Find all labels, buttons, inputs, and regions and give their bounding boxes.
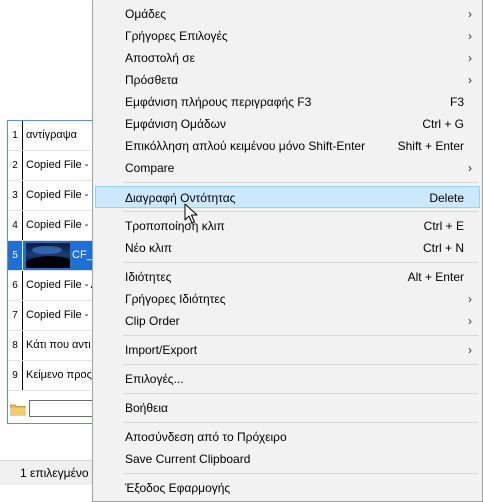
clip-row-2[interactable]: 2 Copied File - C <box>8 151 103 181</box>
menu-separator <box>123 262 478 263</box>
menu-label: Εμφάνιση Ομάδων <box>125 117 226 131</box>
clip-number: 1 <box>8 121 23 150</box>
menu-item-clip-order[interactable]: Clip Order › <box>95 310 480 332</box>
menu-item-delete-entry[interactable]: Διαγραφή Οντότητας Delete <box>95 186 480 208</box>
status-text: 1 επιλεγμένο <box>20 466 89 480</box>
menu-item-new-clip[interactable]: Νέο κλιπ Ctrl + N <box>95 237 480 259</box>
menu-shortcut: Ctrl + N <box>422 241 464 255</box>
menu-item-options[interactable]: Επιλογές... <box>95 368 480 390</box>
menu-item-import-export[interactable]: Import/Export › <box>95 339 480 361</box>
submenu-arrow-icon: › <box>468 7 472 21</box>
menu-label: Import/Export <box>125 343 198 357</box>
menu-item-properties[interactable]: Ιδιότητες Alt + Enter <box>95 266 480 288</box>
menu-label: Επιλογές... <box>125 372 184 386</box>
menu-label: Διαγραφή Οντότητας <box>125 191 236 205</box>
menu-item-exit[interactable]: Έξοδος Εφαρμογής <box>95 477 480 499</box>
menu-shortcut: Ctrl + G <box>422 117 464 131</box>
clip-text: CF_ <box>72 249 93 261</box>
clip-row-9[interactable]: 9 Κείμενο προς <box>8 361 103 391</box>
clip-row-5-selected[interactable]: 5 CF_ <box>8 241 103 271</box>
menu-label: Αποστολή σε <box>125 51 195 65</box>
menu-label: Εμφάνιση πλήρους περιγραφής F3 <box>125 95 312 109</box>
menu-item-edit-clip[interactable]: Τροποποίηση κλιπ Ctrl + E <box>95 215 480 237</box>
clip-row-7[interactable]: 7 Copied File - C <box>8 301 103 331</box>
clip-text: Copied File - C <box>26 189 100 201</box>
menu-label: Ομάδες <box>125 7 166 21</box>
clip-number: 6 <box>8 271 23 300</box>
clip-text: Copied File - C <box>26 219 100 231</box>
mouse-pointer-icon <box>184 203 198 224</box>
menu-item-disconnect-clipboard[interactable]: Αποσύνδεση από το Πρόχειρο <box>95 426 480 448</box>
clip-number: 5 <box>8 241 23 270</box>
menu-label: Πρόσθετα <box>125 73 179 87</box>
menu-shortcut: Ctrl + E <box>423 219 464 233</box>
clip-text: Copied File - C <box>26 159 100 171</box>
menu-separator <box>123 211 478 212</box>
clip-list[interactable]: 1 αντίγραψα 2 Copied File - C 3 Copied F… <box>7 120 104 424</box>
submenu-arrow-icon: › <box>468 161 472 175</box>
menu-label: Ιδιότητες <box>125 270 172 284</box>
context-menu: Ομάδες › Γρήγορες Επιλογές › Αποστολή σε… <box>92 0 483 502</box>
menu-label: Clip Order <box>125 314 180 328</box>
clip-number: 7 <box>8 301 23 330</box>
submenu-arrow-icon: › <box>468 292 472 306</box>
menu-item-quick-options[interactable]: Γρήγορες Επιλογές › <box>95 25 480 47</box>
folder-icon[interactable] <box>10 403 26 416</box>
search-row <box>7 398 102 422</box>
menu-shortcut: Alt + Enter <box>407 270 464 284</box>
menu-separator <box>123 335 478 336</box>
menu-label: Τροποποίηση κλιπ <box>125 219 225 233</box>
menu-label: Γρήγορες Επιλογές <box>125 29 228 43</box>
menu-label: Αποσύνδεση από το Πρόχειρο <box>125 430 287 444</box>
menu-item-show-groups[interactable]: Εμφάνιση Ομάδων Ctrl + G <box>95 113 480 135</box>
clip-text: Κάτι που αντι <box>26 339 91 351</box>
clip-row-8[interactable]: 8 Κάτι που αντι <box>8 331 103 361</box>
menu-item-send-to[interactable]: Αποστολή σε › <box>95 47 480 69</box>
menu-item-addins[interactable]: Πρόσθετα › <box>95 69 480 91</box>
menu-item-paste-plain-text[interactable]: Επικόλληση απλού κειμένου μόνο Shift-Ent… <box>95 135 480 157</box>
menu-label: Βοήθεια <box>125 401 168 415</box>
menu-item-save-current-clipboard[interactable]: Save Current Clipboard <box>95 448 480 470</box>
clip-text: Copied File - A <box>26 279 99 291</box>
clip-number: 8 <box>8 331 23 360</box>
menu-shortcut: F3 <box>449 95 464 109</box>
image-thumbnail <box>26 243 70 268</box>
clip-row-1[interactable]: 1 αντίγραψα <box>8 121 103 151</box>
clip-row-3[interactable]: 3 Copied File - C <box>8 181 103 211</box>
menu-item-help[interactable]: Βοήθεια <box>95 397 480 419</box>
clip-text: Copied File - C <box>26 309 100 321</box>
menu-separator <box>123 473 478 474</box>
clip-number: 3 <box>8 181 23 210</box>
submenu-arrow-icon: › <box>468 73 472 87</box>
menu-separator <box>123 393 478 394</box>
menu-separator <box>123 182 478 183</box>
clip-number: 4 <box>8 211 23 240</box>
clip-text: αντίγραψα <box>26 129 77 141</box>
clip-number: 9 <box>8 361 23 390</box>
menu-label: Έξοδος Εφαρμογής <box>125 481 231 495</box>
submenu-arrow-icon: › <box>468 343 472 357</box>
clip-row-6[interactable]: 6 Copied File - A <box>8 271 103 301</box>
menu-separator <box>123 422 478 423</box>
menu-separator <box>123 364 478 365</box>
menu-label: Επικόλληση απλού κειμένου μόνο Shift-Ent… <box>125 139 366 153</box>
submenu-arrow-icon: › <box>468 314 472 328</box>
menu-label: Save Current Clipboard <box>125 452 251 466</box>
menu-label: Γρήγορες Ιδιότητες <box>125 292 226 306</box>
search-input[interactable] <box>29 400 97 417</box>
menu-label: Νέο κλιπ <box>125 241 172 255</box>
menu-shortcut: Shift + Enter <box>397 139 464 153</box>
menu-label: Compare <box>125 161 175 175</box>
menu-item-groups[interactable]: Ομάδες › <box>95 3 480 25</box>
menu-item-show-full-description[interactable]: Εμφάνιση πλήρους περιγραφής F3 F3 <box>95 91 480 113</box>
clip-text: Κείμενο προς <box>26 369 92 381</box>
menu-item-quick-properties[interactable]: Γρήγορες Ιδιότητες › <box>95 288 480 310</box>
clip-row-4[interactable]: 4 Copied File - C <box>8 211 103 241</box>
clip-number: 2 <box>8 151 23 180</box>
submenu-arrow-icon: › <box>468 29 472 43</box>
submenu-arrow-icon: › <box>468 51 472 65</box>
menu-shortcut: Delete <box>429 191 464 205</box>
menu-item-compare[interactable]: Compare › <box>95 157 480 179</box>
